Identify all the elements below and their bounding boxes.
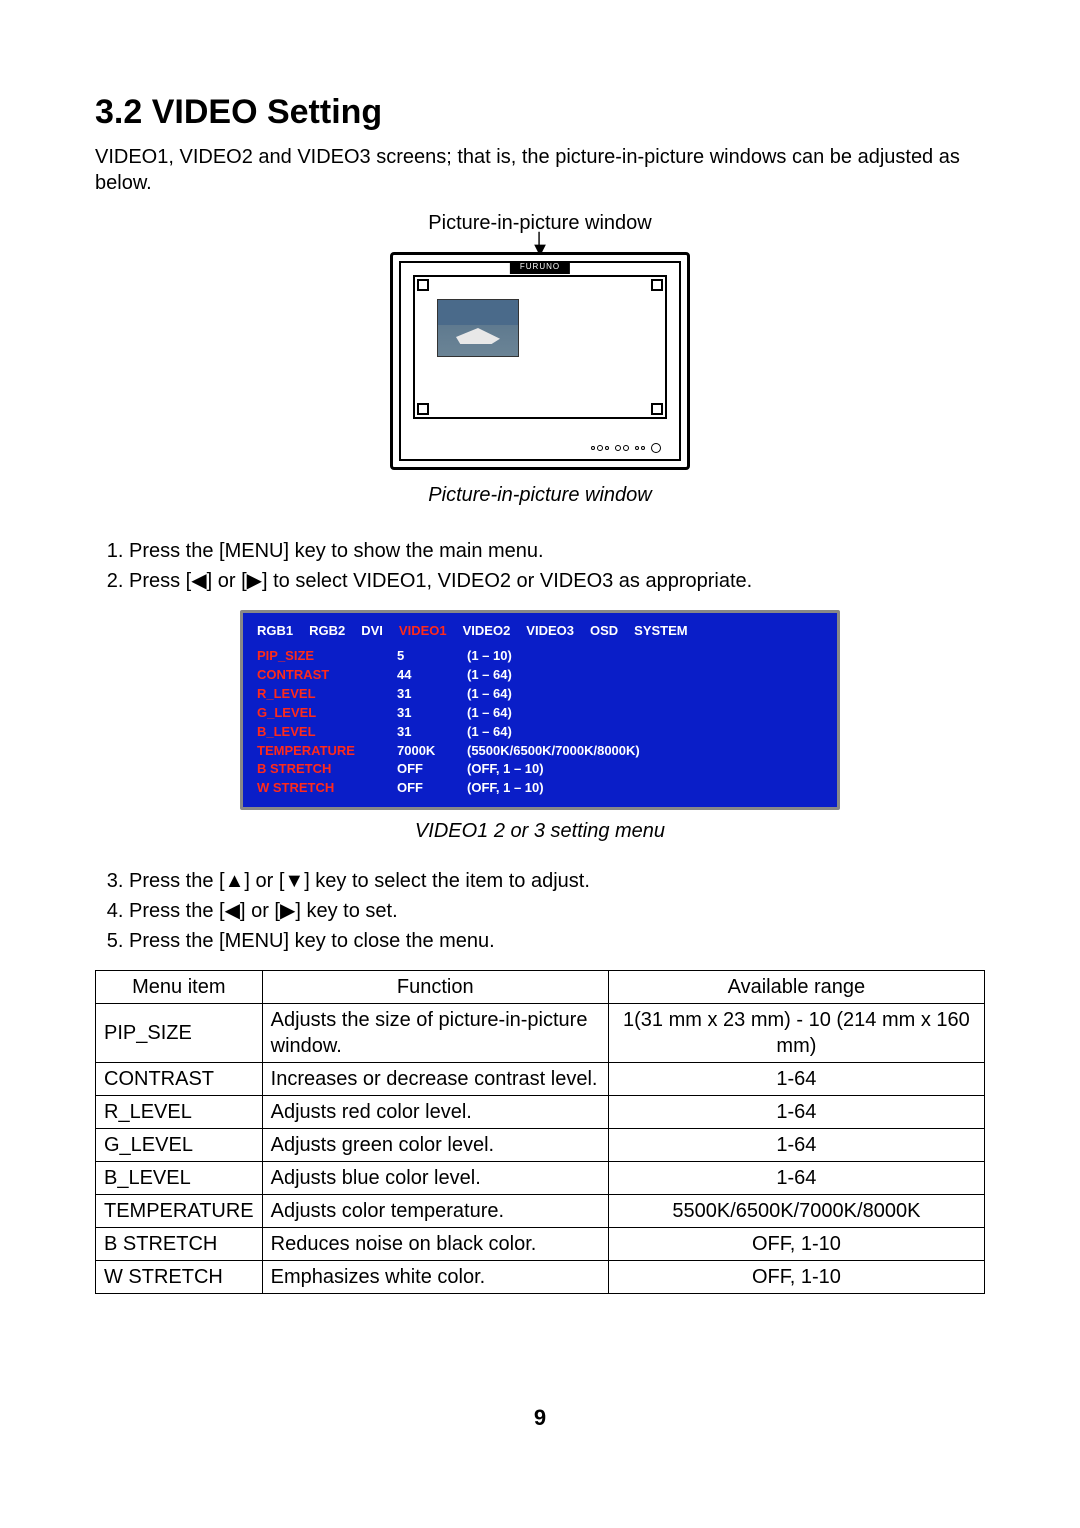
table-row: PIP_SIZE Adjusts the size of picture-in-… bbox=[96, 1004, 985, 1063]
osd-tab-video3: VIDEO3 bbox=[526, 623, 574, 640]
osd-item-range: (OFF, 1 – 10) bbox=[467, 761, 823, 778]
table-row: B STRETCH Reduces noise on black color. … bbox=[96, 1228, 985, 1261]
table-row: R_LEVEL Adjusts red color level. 1-64 bbox=[96, 1096, 985, 1129]
steps-list-a: Press the [MENU] key to show the main me… bbox=[95, 538, 985, 594]
osd-item-value: 31 bbox=[397, 705, 467, 722]
screen-corner-icon bbox=[651, 403, 663, 415]
osd-item-value: OFF bbox=[397, 761, 467, 778]
monitor-inner: FURUNO bbox=[399, 261, 681, 461]
table-cell-func: Emphasizes white color. bbox=[262, 1261, 608, 1294]
table-header: Available range bbox=[608, 971, 984, 1004]
monitor-controls bbox=[591, 443, 661, 453]
osd-tab-osd: OSD bbox=[590, 623, 618, 640]
table-cell-item: W STRETCH bbox=[96, 1261, 263, 1294]
table-cell-item: TEMPERATURE bbox=[96, 1195, 263, 1228]
table-row: W STRETCH Emphasizes white color. OFF, 1… bbox=[96, 1261, 985, 1294]
table-cell-item: B_LEVEL bbox=[96, 1162, 263, 1195]
osd-menu: RGB1 RGB2 DVI VIDEO1 VIDEO2 VIDEO3 OSD S… bbox=[240, 610, 840, 810]
table-cell-func: Adjusts color temperature. bbox=[262, 1195, 608, 1228]
table-cell-range: 5500K/6500K/7000K/8000K bbox=[608, 1195, 984, 1228]
osd-tab-dvi: DVI bbox=[361, 623, 383, 640]
table-cell-range: 1-64 bbox=[608, 1063, 984, 1096]
screen-corner-icon bbox=[651, 279, 663, 291]
table-cell-item: PIP_SIZE bbox=[96, 1004, 263, 1063]
table-cell-item: G_LEVEL bbox=[96, 1129, 263, 1162]
osd-item-name: TEMPERATURE bbox=[257, 743, 397, 760]
list-item: Press the [MENU] key to close the menu. bbox=[129, 928, 985, 954]
osd-tab-rgb1: RGB1 bbox=[257, 623, 293, 640]
osd-item-value: 5 bbox=[397, 648, 467, 665]
table-row: G_LEVEL Adjusts green color level. 1-64 bbox=[96, 1129, 985, 1162]
intro-text: VIDEO1, VIDEO2 and VIDEO3 screens; that … bbox=[95, 144, 985, 196]
table-cell-func: Increases or decrease contrast level. bbox=[262, 1063, 608, 1096]
list-item: Press the [▲] or [▼] key to select the i… bbox=[129, 868, 985, 894]
osd-rows: PIP_SIZE 5 (1 – 10) CONTRAST 44 (1 – 64)… bbox=[257, 648, 823, 797]
settings-table: Menu item Function Available range PIP_S… bbox=[95, 970, 985, 1294]
section-heading: 3.2 VIDEO Setting bbox=[95, 90, 985, 134]
osd-item-value: 31 bbox=[397, 686, 467, 703]
osd-item-range: (1 – 64) bbox=[467, 705, 823, 722]
table-cell-range: 1(31 mm x 23 mm) - 10 (214 mm x 160 mm) bbox=[608, 1004, 984, 1063]
table-cell-item: R_LEVEL bbox=[96, 1096, 263, 1129]
table-cell-func: Adjusts the size of picture-in-picture w… bbox=[262, 1004, 608, 1063]
screen-corner-icon bbox=[417, 403, 429, 415]
pip-figure: FURUNO bbox=[390, 252, 690, 470]
osd-item-value: 44 bbox=[397, 667, 467, 684]
table-cell-range: OFF, 1-10 bbox=[608, 1261, 984, 1294]
page-number: 9 bbox=[95, 1404, 985, 1433]
table-header: Function bbox=[262, 971, 608, 1004]
osd-item-name: R_LEVEL bbox=[257, 686, 397, 703]
osd-tab-video1: VIDEO1 bbox=[399, 623, 447, 640]
monitor-outer: FURUNO bbox=[390, 252, 690, 470]
osd-item-name: PIP_SIZE bbox=[257, 648, 397, 665]
osd-tab-video2: VIDEO2 bbox=[463, 623, 511, 640]
osd-tabs: RGB1 RGB2 DVI VIDEO1 VIDEO2 VIDEO3 OSD S… bbox=[257, 623, 823, 640]
osd-item-range: (1 – 64) bbox=[467, 667, 823, 684]
table-cell-func: Adjusts green color level. bbox=[262, 1129, 608, 1162]
table-cell-func: Reduces noise on black color. bbox=[262, 1228, 608, 1261]
osd-tab-rgb2: RGB2 bbox=[309, 623, 345, 640]
power-button-icon bbox=[651, 443, 661, 453]
pip-caption: Picture-in-picture window bbox=[95, 482, 985, 508]
table-header-row: Menu item Function Available range bbox=[96, 971, 985, 1004]
table-cell-item: CONTRAST bbox=[96, 1063, 263, 1096]
table-cell-range: OFF, 1-10 bbox=[608, 1228, 984, 1261]
list-item: Press [◀] or [▶] to select VIDEO1, VIDEO… bbox=[129, 568, 985, 594]
table-cell-range: 1-64 bbox=[608, 1162, 984, 1195]
osd-item-value: 31 bbox=[397, 724, 467, 741]
osd-item-name: CONTRAST bbox=[257, 667, 397, 684]
boat-icon bbox=[456, 326, 500, 344]
table-cell-range: 1-64 bbox=[608, 1096, 984, 1129]
osd-item-name: W STRETCH bbox=[257, 780, 397, 797]
monitor-brand: FURUNO bbox=[510, 261, 570, 273]
osd-item-value: OFF bbox=[397, 780, 467, 797]
osd-item-range: (1 – 64) bbox=[467, 686, 823, 703]
osd-item-range: (1 – 64) bbox=[467, 724, 823, 741]
osd-caption: VIDEO1 2 or 3 setting menu bbox=[95, 818, 985, 844]
table-cell-func: Adjusts blue color level. bbox=[262, 1162, 608, 1195]
osd-item-range: (OFF, 1 – 10) bbox=[467, 780, 823, 797]
table-row: TEMPERATURE Adjusts color temperature. 5… bbox=[96, 1195, 985, 1228]
osd-item-name: B_LEVEL bbox=[257, 724, 397, 741]
table-cell-func: Adjusts red color level. bbox=[262, 1096, 608, 1129]
steps-list-b: Press the [▲] or [▼] key to select the i… bbox=[95, 868, 985, 954]
screen-corner-icon bbox=[417, 279, 429, 291]
osd-tab-system: SYSTEM bbox=[634, 623, 687, 640]
osd-item-name: B STRETCH bbox=[257, 761, 397, 778]
pip-thumbnail bbox=[437, 299, 519, 357]
osd-item-name: G_LEVEL bbox=[257, 705, 397, 722]
osd-item-value: 7000K bbox=[397, 743, 467, 760]
table-cell-item: B STRETCH bbox=[96, 1228, 263, 1261]
osd-item-range: (1 – 10) bbox=[467, 648, 823, 665]
list-item: Press the [◀] or [▶] key to set. bbox=[129, 898, 985, 924]
monitor-screen bbox=[413, 275, 667, 419]
osd-item-range: (5500K/6500K/7000K/8000K) bbox=[467, 743, 823, 760]
list-item: Press the [MENU] key to show the main me… bbox=[129, 538, 985, 564]
table-cell-range: 1-64 bbox=[608, 1129, 984, 1162]
table-row: B_LEVEL Adjusts blue color level. 1-64 bbox=[96, 1162, 985, 1195]
table-header: Menu item bbox=[96, 971, 263, 1004]
table-row: CONTRAST Increases or decrease contrast … bbox=[96, 1063, 985, 1096]
